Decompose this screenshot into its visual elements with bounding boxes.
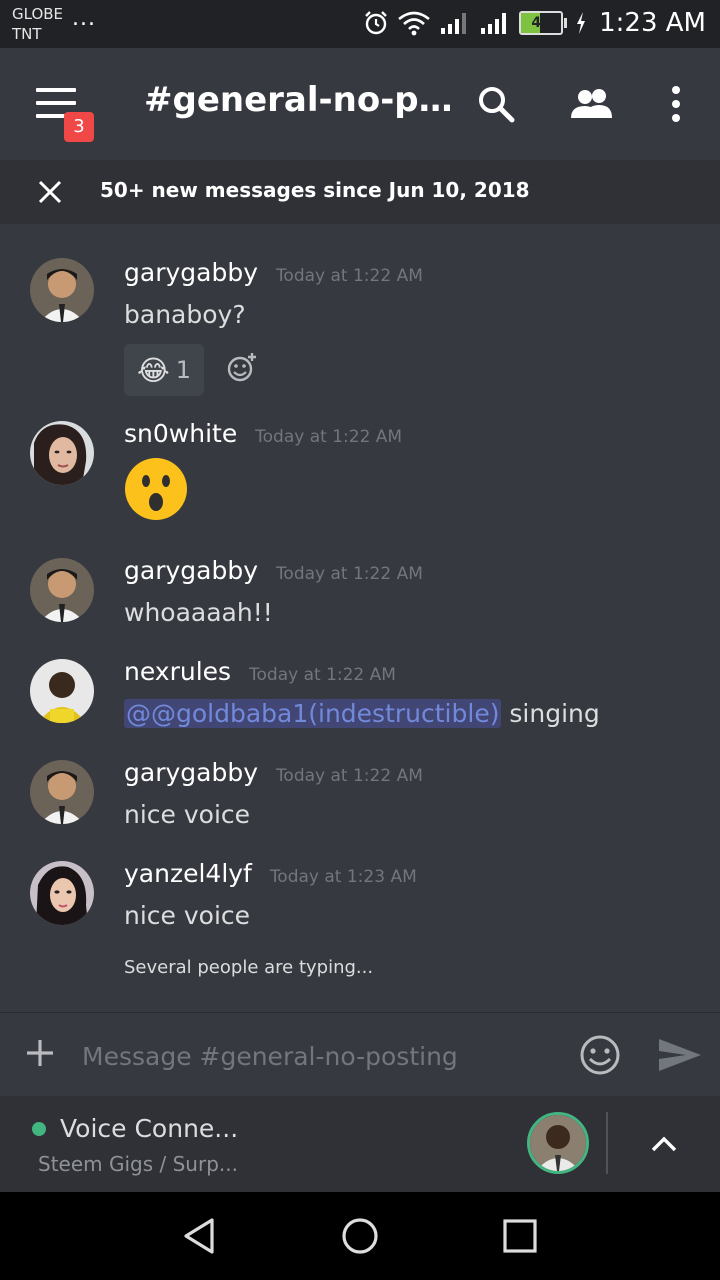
message-text: whoaaaah!! (124, 598, 273, 627)
avatar[interactable] (30, 861, 94, 925)
signal-icon (441, 13, 467, 34)
message-text: banaboy? (124, 300, 246, 329)
username[interactable]: garygabby (124, 556, 258, 585)
username[interactable]: nexrules (124, 657, 231, 686)
message-header: sn0white Today at 1:22 AM (124, 419, 402, 448)
username[interactable]: yanzel4lyf (124, 859, 252, 888)
search-icon[interactable] (474, 82, 518, 126)
channel-title: #general-no-posting (144, 80, 454, 120)
notification-dots: ... (72, 6, 96, 31)
battery-level: 47 (531, 15, 551, 31)
more-icon[interactable] (654, 82, 698, 126)
chevron-up-icon[interactable] (648, 1128, 680, 1160)
message-header: garygabby Today at 1:22 AM (124, 556, 423, 585)
username[interactable]: sn0white (124, 419, 237, 448)
new-messages-bar[interactable]: 50+ new messages since Jun 10, 2018 (0, 160, 720, 224)
timestamp: Today at 1:22 AM (275, 766, 423, 786)
system-navigation-bar (0, 1192, 720, 1280)
add-reaction-icon[interactable] (226, 352, 258, 384)
charging-icon (577, 12, 586, 34)
message-item: sn0white Today at 1:22 AM (0, 419, 720, 529)
divider (606, 1112, 608, 1174)
message-header: garygabby Today at 1:22 AM (124, 758, 423, 787)
reaction-count: 1 (175, 356, 191, 384)
username[interactable]: garygabby (124, 258, 258, 287)
status-time: 1:23 AM (599, 8, 706, 38)
username[interactable]: garygabby (124, 758, 258, 787)
message-text: nice voice (124, 901, 251, 930)
carrier-name: GLOBE (12, 5, 64, 23)
message-item: nexrules Today at 1:22 AM @@goldbaba1(in… (0, 657, 720, 747)
timestamp: Today at 1:23 AM (269, 867, 417, 887)
message-header: garygabby Today at 1:22 AM (124, 258, 423, 287)
voice-channel: Steem Gigs / Surp... (38, 1152, 238, 1176)
unread-badge: 3 (64, 112, 94, 142)
timestamp: Today at 1:22 AM (255, 427, 403, 447)
message-text-suffix: singing (509, 699, 600, 728)
reaction-chip[interactable]: 😂 1 (124, 344, 204, 396)
send-icon[interactable] (656, 1035, 704, 1075)
channel-header: 3 #general-no-posting (0, 48, 720, 160)
voice-status-dot (32, 1122, 46, 1136)
avatar[interactable] (30, 258, 94, 322)
avatar[interactable] (30, 659, 94, 723)
back-icon[interactable] (178, 1214, 222, 1258)
members-icon[interactable] (568, 82, 618, 126)
message-header: yanzel4lyf Today at 1:23 AM (124, 859, 417, 888)
message-header: nexrules Today at 1:22 AM (124, 657, 396, 686)
plus-icon[interactable] (24, 1037, 56, 1069)
battery-icon: 47 (519, 11, 568, 35)
surprised-emoji (124, 457, 188, 521)
timestamp: Today at 1:22 AM (249, 665, 396, 685)
avatar[interactable] (30, 558, 94, 622)
avatar[interactable] (30, 421, 94, 485)
user-mention[interactable]: @@goldbaba1(indestructible) (124, 699, 502, 728)
message-list[interactable]: garygabby Today at 1:22 AM banaboy? 😂 1 (0, 224, 720, 1012)
message-item: garygabby Today at 1:22 AM banaboy? 😂 1 (0, 258, 720, 438)
voice-title: Voice Conne... (60, 1114, 239, 1143)
message-item: garygabby Today at 1:22 AM whoaaaah!! (0, 556, 720, 646)
message-item: yanzel4lyf Today at 1:23 AM nice voice (0, 859, 720, 949)
signal-icon (481, 13, 507, 34)
message-text: nice voice (124, 800, 251, 829)
voice-connection-bar[interactable]: Voice Conne... Steem Gigs / Surp... (0, 1096, 720, 1192)
voice-avatar[interactable] (527, 1112, 589, 1174)
message-composer (0, 1012, 720, 1097)
avatar[interactable] (30, 760, 94, 824)
carrier-name-secondary: TNT (12, 25, 42, 43)
recents-icon[interactable] (498, 1214, 542, 1258)
close-icon[interactable] (36, 178, 64, 206)
home-icon[interactable] (338, 1214, 382, 1258)
message-input[interactable] (80, 1035, 564, 1077)
wifi-icon (398, 11, 430, 36)
typing-indicator: Several people are typing... (124, 957, 374, 978)
alarm-icon (365, 11, 387, 35)
timestamp: Today at 1:22 AM (275, 564, 423, 584)
emoji-icon[interactable] (578, 1033, 622, 1077)
status-bar: GLOBE TNT ... 47 1:23 AM (0, 0, 720, 48)
message-item: garygabby Today at 1:22 AM nice voice (0, 758, 720, 848)
carrier-label: GLOBE TNT (12, 4, 63, 44)
new-messages-text: 50+ new messages since Jun 10, 2018 (100, 178, 530, 202)
timestamp: Today at 1:22 AM (275, 266, 423, 286)
reaction-emoji: 😂 (137, 353, 170, 387)
message-text: @@goldbaba1(indestructible) singing (124, 699, 600, 728)
